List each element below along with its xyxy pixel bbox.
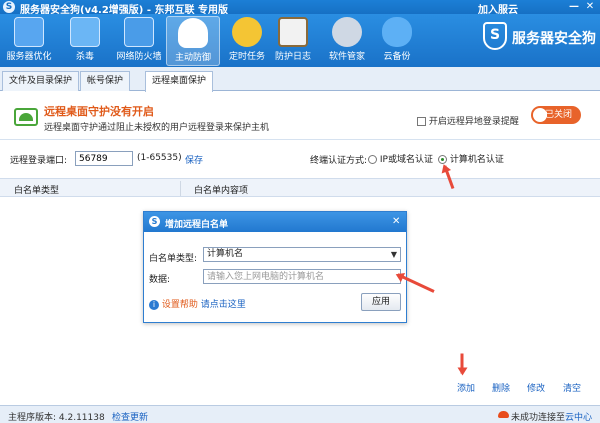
radio-computer-name-label: 计算机名认证 [449,155,504,165]
toolbar-item-cloud-backup[interactable]: 云备份 [370,16,424,66]
remote-desktop-icon [14,108,38,126]
clear-button[interactable]: 清空 [563,381,581,394]
select-value: 计算机名 [207,249,244,259]
clock-icon [232,17,262,47]
toolbar-item-log[interactable]: 防护日志 [266,16,320,66]
toolbar-label: 网络防火墙 [116,52,162,62]
title-bar: S 服务器安全狗(v4.2增强版) - 东邦互联 专用版 加入服云 — ✕ [0,0,600,16]
auth-option-ip[interactable]: IP或域名认证 [368,152,433,165]
dialog-logo-icon: S [149,216,160,227]
radio-ip[interactable] [368,155,377,164]
dialog-title-bar: S 增加远程白名单 ✕ [144,212,406,232]
dialog-close-icon[interactable]: ✕ [392,216,400,227]
protection-toggle[interactable]: 已关闭 [531,106,581,124]
column-header-content[interactable]: 白名单内容项 [194,183,248,196]
shield-icon: S [483,22,507,50]
port-settings-row: 远程登录端口: (1-65535) 保存 终端认证方式: IP或域名认证 计算机… [0,148,600,170]
close-button[interactable]: ✕ [584,1,596,13]
port-input[interactable] [75,151,133,166]
banner-title: 远程桌面守护没有开启 [44,105,154,118]
radio-ip-label: IP或域名认证 [379,155,433,165]
tab-file-protection[interactable]: 文件及目录保护 [2,71,80,91]
toolbar-label: 主动防御 [174,53,211,63]
toolbar-label: 软件管家 [328,52,365,62]
add-whitelist-dialog: S 增加远程白名单 ✕ 白名单类型: 计算机名 ▼ 数据: i 设置帮助 请点击… [143,211,407,323]
help-link[interactable]: 请点击这里 [201,300,246,310]
toolbar-item-active-defense[interactable]: 主动防御 [166,16,220,66]
connection-status: 未成功连接至云中心 [511,410,592,423]
info-icon: i [149,299,159,310]
main-toolbar: 服务器优化 杀毒 网络防火墙 主动防御 定时任务 防护日志 软件管家 云备份 S… [0,14,600,67]
computer-name-input[interactable] [203,269,401,284]
antivirus-icon [70,17,100,47]
save-port-link[interactable]: 保存 [185,153,203,166]
toolbar-item-software[interactable]: 软件管家 [320,16,374,66]
active-defense-icon [178,18,208,48]
delete-button[interactable]: 删除 [492,381,510,394]
toolbar-item-antivirus[interactable]: 杀毒 [58,16,112,66]
toolbar-label: 杀毒 [75,52,94,62]
connection-text: 未成功连接至 [511,413,566,423]
port-range-hint: (1-65535) [137,153,182,163]
firewall-icon [124,17,154,47]
app-logo-icon: S [3,1,15,13]
log-clipboard-icon [278,17,308,47]
version-text: 主程序版本: 4.2.11138 [8,413,105,423]
checkbox-label: 开启远程异地登录提醒 [428,117,519,127]
dialog-title: 增加远程白名单 [165,220,229,230]
whitelist-table-header: 白名单类型 白名单内容项 [0,178,600,197]
tab-account-protection[interactable]: 帐号保护 [80,71,131,91]
status-bar: 主程序版本: 4.2.11138 检查更新 未成功连接至云中心 [0,405,600,423]
monitor-optimize-icon [14,17,44,47]
column-divider [180,181,181,196]
data-label: 数据: [149,275,171,285]
toolbar-item-firewall[interactable]: 网络防火墙 [112,16,166,66]
edit-button[interactable]: 修改 [527,381,545,394]
cloud-backup-icon [382,17,412,47]
help-row: i 设置帮助 请点击这里 [149,297,246,310]
column-header-type[interactable]: 白名单类型 [14,183,59,196]
apply-button[interactable]: 应用 [361,293,401,311]
status-banner: 远程桌面守护没有开启 远程桌面守护通过阻止未授权的用户远程登录来保护主机 开启远… [0,92,600,140]
port-label: 远程登录端口: [10,156,68,166]
annotation-arrow [460,353,464,374]
brand-name: 服务器安全狗 [512,31,596,47]
chevron-down-icon: ▼ [390,250,397,259]
help-label: 设置帮助 [161,300,198,310]
banner-description: 远程桌面守护通过阻止未授权的用户远程登录来保护主机 [44,123,270,133]
add-button[interactable]: 添加 [457,381,475,394]
software-disc-icon [332,17,362,47]
tab-remote-desktop[interactable]: 远程桌面保护 [145,71,214,92]
minimize-button[interactable]: — [568,1,580,13]
check-update-link[interactable]: 检查更新 [112,410,148,423]
toolbar-label: 防护日志 [274,52,311,62]
checkbox-box[interactable] [417,117,426,126]
cloud-center-link[interactable]: 云中心 [565,413,592,423]
toolbar-label: 云备份 [383,52,411,62]
toolbar-item-optimize[interactable]: 服务器优化 [2,16,56,66]
tab-bar: 文件及目录保护 帐号保护 远程桌面保护 [0,67,600,92]
cloud-icon [498,411,509,418]
whitelist-type-label: 白名单类型: [149,254,198,264]
toolbar-label: 服务器优化 [6,52,52,62]
auth-method-label: 终端认证方式: [310,156,368,166]
remote-login-alert-checkbox[interactable]: 开启远程异地登录提醒 [417,114,519,127]
whitelist-type-select[interactable]: 计算机名 ▼ [203,247,401,262]
